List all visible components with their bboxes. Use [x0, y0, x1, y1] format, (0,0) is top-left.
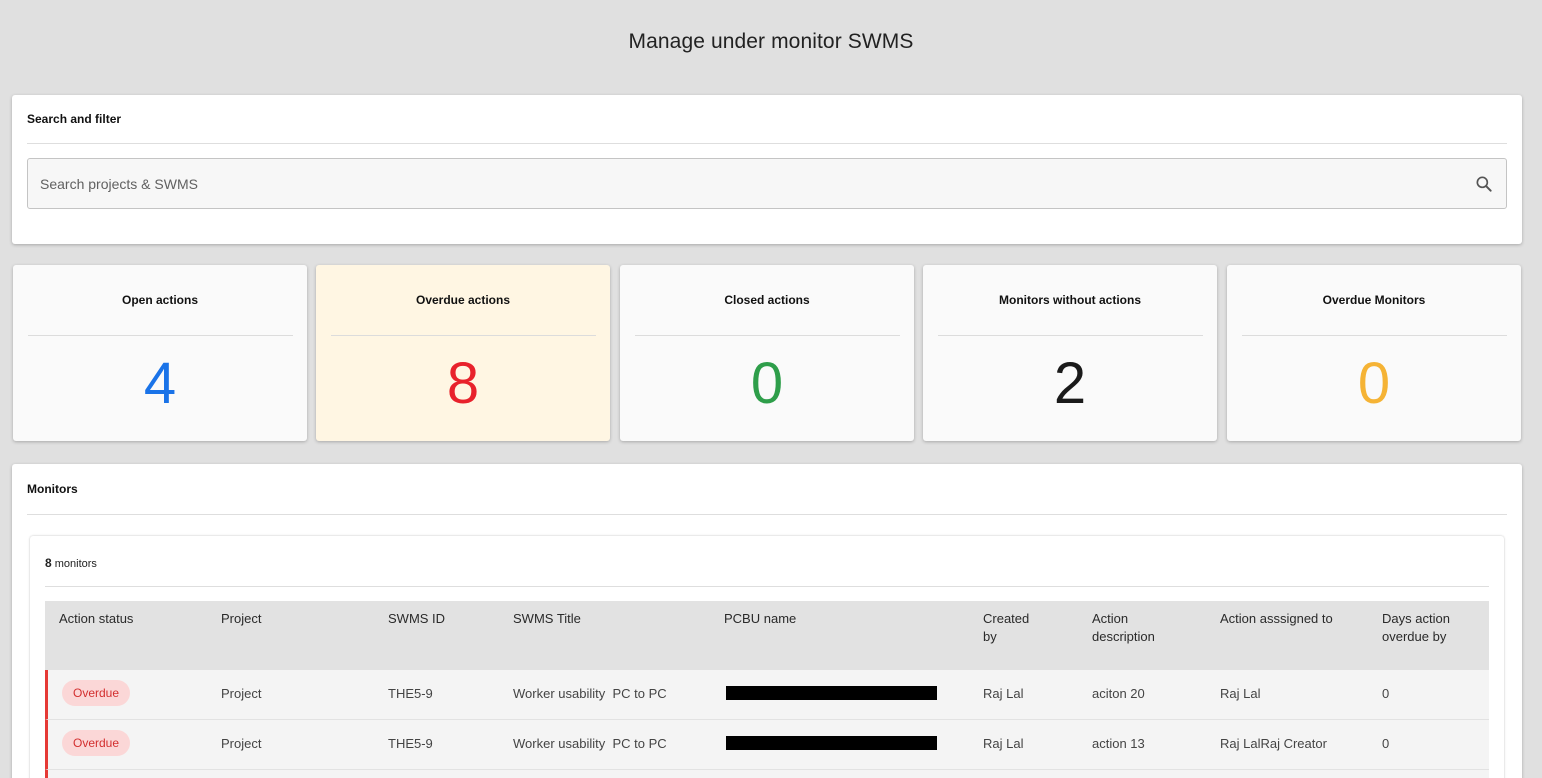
page-title: Manage under monitor SWMS	[628, 30, 914, 53]
table-row[interactable]: Overdue Project THE5-9 Worker usability …	[45, 720, 1489, 770]
stat-label: Open actions	[121, 293, 198, 307]
divider	[27, 514, 1507, 515]
search-icon[interactable]	[1474, 174, 1494, 194]
stat-value: 8	[446, 351, 480, 416]
status-badge: Overdue	[62, 680, 131, 706]
cell-swms-title: Worker usability PC to PC	[513, 686, 667, 701]
cell-created-by: Raj Lal	[983, 686, 1024, 701]
cell-created-by: Raj Lal	[983, 736, 1024, 751]
stat-label: Closed actions	[724, 293, 810, 307]
divider	[938, 335, 1203, 336]
divider	[635, 335, 900, 336]
stat-card-open-actions[interactable]: Open actions 4	[13, 265, 307, 441]
cell-project: Project	[221, 736, 262, 751]
monitors-table-card: 8 monitors Action status Project SWMS ID…	[30, 536, 1504, 778]
status-badge: Overdue	[62, 730, 131, 756]
stat-card-overdue-monitors[interactable]: Overdue Monitors 0	[1227, 265, 1521, 441]
cell-swms-id: THE5-9	[388, 736, 433, 751]
stat-label: Monitors without actions	[999, 293, 1141, 307]
divider	[28, 335, 293, 336]
search-filter-card: Search and filter	[12, 95, 1522, 244]
monitors-table: Action status Project SWMS ID SWMS Title…	[45, 601, 1489, 778]
stat-value: 0	[1357, 351, 1391, 416]
cell-swms-title: Worker usability PC to PC	[513, 736, 667, 751]
table-row[interactable]	[45, 770, 1489, 778]
column-header-days-overdue[interactable]: Days action overdue by	[1382, 610, 1452, 646]
column-header-pcbu-name[interactable]: PCBU name	[724, 610, 964, 628]
cell-project: Project	[221, 686, 262, 701]
cell-swms-id: THE5-9	[388, 686, 433, 701]
table-row[interactable]: Overdue Project THE5-9 Worker usability …	[45, 670, 1489, 720]
search-box[interactable]	[27, 158, 1507, 209]
monitors-title: Monitors	[27, 482, 78, 496]
search-filter-title: Search and filter	[27, 112, 122, 126]
cell-action-description: action 13	[1092, 736, 1145, 751]
column-header-created-by[interactable]: Created by	[983, 610, 1041, 646]
divider	[45, 586, 1489, 587]
column-header-swms-title[interactable]: SWMS Title	[513, 610, 703, 628]
monitor-count-label: monitors	[54, 558, 97, 570]
divider	[27, 143, 1507, 144]
cell-assigned-to: Raj Lal	[1220, 686, 1261, 701]
column-header-action-description[interactable]: Action description	[1092, 610, 1182, 646]
monitor-count: 8 monitors	[45, 556, 97, 570]
cell-assigned-to: Raj LalRaj Creator	[1220, 736, 1327, 751]
stat-label: Overdue Monitors	[1322, 293, 1426, 307]
stat-card-closed-actions[interactable]: Closed actions 0	[620, 265, 914, 441]
cell-days-overdue: 0	[1382, 686, 1390, 701]
stat-value: 4	[143, 351, 177, 416]
redacted-pcbu-name	[726, 686, 937, 700]
search-input[interactable]	[28, 159, 1458, 208]
stat-card-overdue-actions[interactable]: Overdue actions 8	[316, 265, 610, 441]
redacted-pcbu-name	[726, 736, 937, 750]
monitors-card: Monitors 8 monitors Action status Projec…	[12, 464, 1522, 778]
divider	[331, 335, 596, 336]
cell-days-overdue: 0	[1382, 736, 1390, 751]
stat-card-monitors-without-actions[interactable]: Monitors without actions 2	[923, 265, 1217, 441]
monitor-count-number: 8	[45, 556, 52, 570]
column-header-action-status[interactable]: Action status	[59, 610, 209, 628]
column-header-project[interactable]: Project	[221, 610, 371, 628]
stat-value: 0	[750, 351, 784, 416]
divider	[1242, 335, 1507, 336]
stat-label: Overdue actions	[415, 293, 511, 307]
cell-action-description: aciton 20	[1092, 686, 1145, 701]
table-header: Action status Project SWMS ID SWMS Title…	[45, 601, 1489, 670]
stat-value: 2	[1053, 351, 1087, 416]
column-header-action-assigned-to[interactable]: Action asssigned to	[1220, 610, 1360, 628]
column-header-swms-id[interactable]: SWMS ID	[388, 610, 498, 628]
